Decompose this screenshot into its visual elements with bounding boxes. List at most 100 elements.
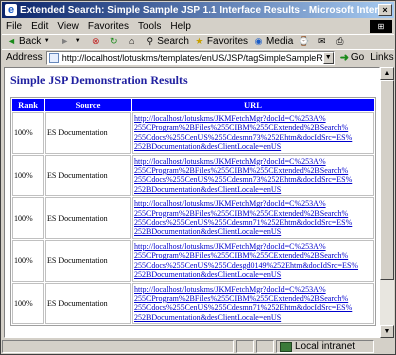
windows-logo-icon: ⊞ [370,19,392,33]
page-content: Simple JSP Demonstration Results Rank So… [4,67,380,338]
table-row: 100% ES Documentation http://localhost/lot… [12,154,374,197]
status-security-area [256,340,274,353]
home-icon: ⌂ [129,36,135,46]
search-label: Search [157,36,189,47]
scroll-up-icon[interactable]: ▲ [380,67,394,80]
result-link[interactable]: http://localhost/lotuskms/JKMFetchMgr?do… [134,157,372,195]
result-link-line: 255CProgram%2BFiles%255CIBM%255CExtended… [134,251,349,261]
favorites-button[interactable]: ★ Favorites [194,36,248,47]
result-link-line: 252BDocumentation&desClientLocale=enUS [134,270,282,280]
source-cell: ES Documentation [45,239,131,282]
forward-button[interactable]: ► ▼ [59,36,85,47]
window-title: Extended Search: Simple Sample JSP 1.1 I… [20,4,378,16]
refresh-icon: ↻ [109,36,118,46]
close-button[interactable]: × [378,4,392,16]
stop-button[interactable]: ⊗ [90,36,103,47]
menu-tools[interactable]: Tools [138,21,161,32]
print-button[interactable]: ⎙ [334,36,347,47]
table-row: 100% ES Documentation http://localhost/lot… [12,239,374,282]
menu-help[interactable]: Help [170,21,191,32]
toolbar: ◄ Back ▼ ► ▼ ⊗ ↻ ⌂ ⚲ Search ★ Favorites … [2,34,394,48]
favorites-star-icon: ★ [195,36,204,46]
rank-cell: 100% [12,112,44,154]
media-button[interactable]: ◉ Media [253,36,294,47]
result-link-line: 252BDocumentation&desClientLocale=enUS [134,227,282,237]
address-bar: Address http://localhost/lotuskms/templa… [2,49,394,65]
rank-cell: 100% [12,197,44,239]
result-link-line: 255CProgram%2BFiles%255CIBM%255CExtended… [134,166,349,176]
page-icon [48,52,59,63]
menu-file[interactable]: File [6,21,22,32]
menu-bar: File Edit View Favorites Tools Help ⊞ [2,19,394,33]
result-link-line: 252BDocumentation&desClientLocale=enUS [134,184,282,194]
result-link-line: 255CProgram%2BFiles%255CIBM%255CExtended… [134,293,349,303]
refresh-button[interactable]: ↻ [108,36,121,47]
result-link-line: 255CProgram%2BFiles%255CIBM%255CExtended… [134,123,349,133]
chevron-down-icon: ▼ [43,38,50,44]
scroll-down-icon[interactable]: ▼ [380,325,394,338]
result-link-line: http://localhost/lotuskms/JKMFetchMgr?do… [134,156,326,166]
table-header-row: Rank Source URL [12,99,374,111]
result-link-line: http://localhost/lotuskms/JKMFetchMgr?do… [134,241,326,251]
result-link-line: 252BDocumentation&desClientLocale=enUS [134,312,282,322]
result-link[interactable]: http://localhost/lotuskms/JKMFetchMgr?do… [134,242,372,280]
menu-view[interactable]: View [57,21,79,32]
results-table: Rank Source URL 100% ES Documentation http… [10,97,376,327]
intranet-icon [280,341,292,352]
page-title: Simple JSP Demonstration Results [10,73,188,87]
url-cell: http://localhost/lotuskms/JKMFetchMgr?do… [132,154,374,197]
source-cell: ES Documentation [45,154,131,197]
scrollbar-thumb[interactable] [380,80,394,280]
status-bar: Local intranet [2,339,394,354]
table-row: 100% ES Documentation http://localhost/lot… [12,282,374,325]
address-label: Address [6,52,43,63]
url-cell: http://localhost/lotuskms/JKMFetchMgr?do… [132,239,374,282]
url-cell: http://localhost/lotuskms/JKMFetchMgr?do… [132,282,374,325]
media-icon: ◉ [254,36,263,46]
table-row: 100% ES Documentation http://localhost/lot… [12,197,374,239]
header-url: URL [132,99,374,111]
media-label: Media [266,36,294,47]
result-link[interactable]: http://localhost/lotuskms/JKMFetchMgr?do… [134,199,372,237]
back-button[interactable]: ◄ Back ▼ [6,36,54,47]
stop-icon: ⊗ [91,36,100,46]
links-button[interactable]: Links [370,52,393,63]
mail-icon: ✉ [318,36,326,46]
history-icon: ⌚ [298,36,310,46]
title-bar[interactable]: e Extended Search: Simple Sample JSP 1.1… [2,2,394,18]
header-rank: Rank [12,99,44,111]
result-link-line: http://localhost/lotuskms/JKMFetchMgr?do… [134,114,326,123]
zone-label: Local intranet [295,341,356,352]
history-button[interactable]: ⌚ [298,36,311,47]
source-cell: ES Documentation [45,112,131,154]
result-link-line: 255Cdocs%255CenUS%255Cdesgd0149%252Ehtm&… [134,260,359,270]
rank-cell: 100% [12,239,44,282]
go-arrow-icon: ➜ [339,52,349,64]
result-link-line: http://localhost/lotuskms/JKMFetchMgr?do… [134,284,326,294]
search-button[interactable]: ⚲ Search [144,36,189,47]
search-icon: ⚲ [146,36,154,46]
table-row: 100% ES Documentation http://localhost/lot… [12,112,374,154]
vertical-scrollbar[interactable]: ▲ ▼ [380,67,394,338]
menu-edit[interactable]: Edit [31,21,48,32]
back-arrow-icon: ◄ [7,36,16,46]
source-cell: ES Documentation [45,197,131,239]
go-label: Go [350,52,365,63]
result-link-line: 255Cdocs%255CenUS%255Cdesmn71%252Ehtm&do… [134,303,353,313]
go-button[interactable]: ➜ Go [340,51,365,64]
home-button[interactable]: ⌂ [126,36,139,47]
address-input[interactable]: http://localhost/lotuskms/templates/enUS… [45,50,335,65]
header-source: Source [45,99,131,111]
status-text-area [2,340,234,353]
result-link[interactable]: http://localhost/lotuskms/JKMFetchMgr?do… [134,285,372,323]
result-link[interactable]: http://localhost/lotuskms/JKMFetchMgr?do… [134,114,372,152]
result-link-line: 255Cdocs%255CenUS%255Cdesmn73%252Ehtm&do… [134,175,353,185]
mail-button[interactable]: ✉ [316,36,329,47]
url-cell: http://localhost/lotuskms/JKMFetchMgr?do… [132,197,374,239]
result-link-line: http://localhost/lotuskms/JKMFetchMgr?do… [134,199,326,209]
address-dropdown-icon[interactable]: ▼ [322,51,334,64]
address-url: http://localhost/lotuskms/templates/enUS… [61,52,335,63]
menu-favorites[interactable]: Favorites [88,21,129,32]
favorites-label: Favorites [206,36,249,47]
result-link-line: 252BDocumentation&desClientLocale=enUS [134,142,282,152]
